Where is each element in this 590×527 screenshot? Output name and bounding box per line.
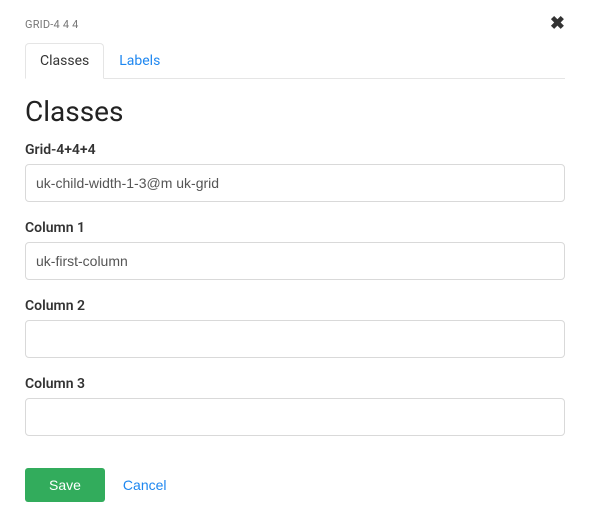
tab-bar: Classes Labels — [25, 43, 565, 79]
close-icon[interactable]: ✖ — [550, 15, 565, 33]
field-group-grid: Grid-4+4+4 — [25, 142, 565, 202]
field-label-col2: Column 2 — [25, 298, 565, 314]
tab-classes[interactable]: Classes — [25, 43, 104, 79]
field-label-grid: Grid-4+4+4 — [25, 142, 565, 158]
field-input-col3[interactable] — [25, 398, 565, 436]
action-bar: Save Cancel — [25, 468, 565, 502]
field-group-col3: Column 3 — [25, 376, 565, 436]
tab-labels[interactable]: Labels — [104, 43, 175, 79]
dialog-header: GRID-4 4 4 ✖ — [25, 15, 565, 33]
field-input-col2[interactable] — [25, 320, 565, 358]
field-input-grid[interactable] — [25, 164, 565, 202]
field-label-col3: Column 3 — [25, 376, 565, 392]
field-group-col1: Column 1 — [25, 220, 565, 280]
field-group-col2: Column 2 — [25, 298, 565, 358]
field-input-col1[interactable] — [25, 242, 565, 280]
cancel-button[interactable]: Cancel — [123, 477, 167, 493]
dialog-container: GRID-4 4 4 ✖ Classes Labels Classes Grid… — [0, 0, 590, 527]
section-title: Classes — [25, 95, 565, 128]
breadcrumb: GRID-4 4 4 — [25, 18, 79, 31]
field-label-col1: Column 1 — [25, 220, 565, 236]
save-button[interactable]: Save — [25, 468, 105, 502]
